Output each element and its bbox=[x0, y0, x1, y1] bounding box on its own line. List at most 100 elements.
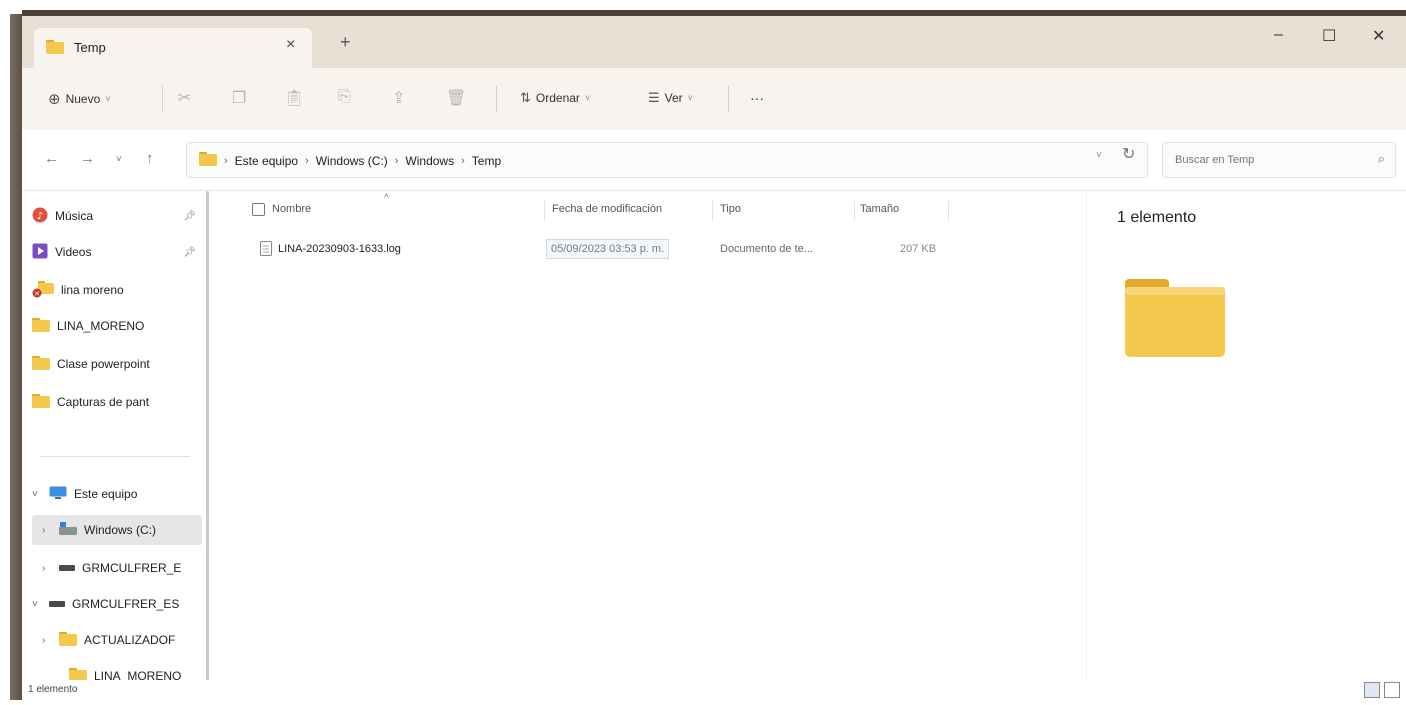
chevron-down-icon: ˅ bbox=[584, 93, 591, 103]
sidebar-item-label: GRMCULFRER_ES bbox=[72, 597, 180, 611]
breadcrumb-este-equipo[interactable]: Este equipo bbox=[235, 154, 298, 168]
sidebar-item-label: LINA_MORENO bbox=[57, 319, 145, 333]
column-divider[interactable] bbox=[544, 201, 545, 221]
new-label: Nuevo bbox=[65, 92, 101, 106]
status-item-count: 1 elemento bbox=[28, 684, 78, 695]
tab-close-button[interactable]: × bbox=[286, 36, 295, 54]
sidebar-item-label: GRMCULFRER_E bbox=[82, 561, 182, 575]
divider bbox=[728, 86, 729, 112]
view-list-icon: ☰ bbox=[648, 90, 660, 105]
sidebar-item-videos[interactable]: Videos 📌︎ bbox=[32, 237, 202, 267]
sidebar-item-este-equipo[interactable]: ˅ Este equipo bbox=[32, 479, 202, 509]
paste-icon[interactable]: 📋︎ bbox=[284, 88, 304, 108]
tab-temp[interactable]: Temp × bbox=[34, 28, 312, 68]
close-window-button[interactable]: ✕ bbox=[1372, 26, 1385, 46]
details-view-icon[interactable] bbox=[1364, 682, 1380, 698]
folder-icon bbox=[32, 317, 50, 335]
music-icon: ♪ bbox=[32, 207, 48, 226]
column-header-type[interactable]: Tipo bbox=[720, 203, 741, 215]
share-icon[interactable]: ⇪ bbox=[392, 88, 405, 108]
nav-scrollbar[interactable] bbox=[206, 191, 209, 681]
sidebar-item-windows-c[interactable]: › Windows (C:) bbox=[32, 515, 202, 545]
sort-button[interactable]: ⇅ Ordenar ˅ bbox=[520, 90, 590, 106]
rename-icon[interactable]: ⎘ bbox=[338, 88, 351, 106]
breadcrumb-separator: › bbox=[394, 154, 399, 167]
sidebar-item-label: Este equipo bbox=[74, 487, 138, 501]
divider bbox=[162, 86, 163, 112]
maximize-button[interactable]: ☐ bbox=[1322, 26, 1336, 46]
copy-icon[interactable]: ❐ bbox=[232, 88, 246, 108]
address-bar[interactable]: › Este equipo › Windows (C:) › Windows ›… bbox=[186, 142, 1148, 178]
new-button[interactable]: ⊕ Nuevo ˅ bbox=[48, 90, 111, 108]
column-divider[interactable] bbox=[854, 201, 855, 221]
usb-drive-icon bbox=[59, 561, 75, 575]
chevron-right-icon[interactable]: › bbox=[42, 635, 52, 646]
breadcrumb-windows-c[interactable]: Windows (C:) bbox=[316, 154, 388, 168]
cut-icon[interactable]: ✂ bbox=[178, 88, 191, 108]
chevron-right-icon[interactable]: › bbox=[42, 563, 52, 574]
file-name: LINA-20230903-1633.log bbox=[278, 243, 401, 255]
sidebar-item-grmculfrer-e[interactable]: › GRMCULFRER_E bbox=[32, 553, 202, 583]
photo-frame-bottom bbox=[0, 700, 1406, 705]
sidebar-item-lina-moreno-folder[interactable]: LINA_MORENO bbox=[32, 311, 202, 341]
item-count: 1 elemento bbox=[1117, 209, 1197, 226]
sidebar-item-actualizador[interactable]: › ACTUALIZADOF bbox=[32, 625, 202, 655]
pin-icon: 📌︎ bbox=[183, 210, 196, 222]
command-bar: ⊕ Nuevo ˅ ✂ ❐ 📋︎ ⎘ ⇪ 🗑︎ ⇅ Ordenar ˅ ☰ Ve… bbox=[22, 68, 1406, 130]
folder-icon bbox=[59, 631, 77, 649]
folder-error-icon: ✕ bbox=[32, 280, 54, 301]
chevron-down-icon: ˅ bbox=[687, 93, 693, 103]
column-header-name[interactable]: Nombre bbox=[272, 203, 311, 215]
address-history-chevron-icon[interactable]: ˅ bbox=[1096, 150, 1102, 161]
breadcrumb: › Este equipo › Windows (C:) › Windows ›… bbox=[199, 152, 501, 169]
column-header-size[interactable]: Tamaño bbox=[860, 203, 899, 215]
photo-frame-left bbox=[0, 14, 22, 705]
select-all-checkbox[interactable] bbox=[252, 203, 265, 216]
up-arrow-icon[interactable]: ↑ bbox=[146, 150, 154, 167]
divider bbox=[496, 86, 497, 112]
folder-icon bbox=[32, 393, 50, 411]
chevron-down-icon: ˅ bbox=[105, 94, 111, 104]
search-icon[interactable]: ⌕ bbox=[1378, 151, 1385, 167]
minimize-button[interactable]: – bbox=[1274, 26, 1283, 44]
new-tab-button[interactable]: + bbox=[340, 32, 351, 53]
more-options-button[interactable]: ··· bbox=[750, 90, 764, 106]
title-bar: Temp × + – ☐ ✕ bbox=[22, 16, 1406, 68]
tiles-view-icon[interactable] bbox=[1384, 682, 1400, 698]
search-input[interactable] bbox=[1173, 153, 1357, 167]
sidebar-item-musica[interactable]: ♪ Música 📌︎ bbox=[32, 201, 202, 231]
delete-icon[interactable]: 🗑︎ bbox=[446, 88, 466, 108]
sidebar-item-label: lina moreno bbox=[61, 283, 124, 297]
column-header-modified[interactable]: Fecha de modificación bbox=[552, 203, 662, 215]
sidebar-item-grmculfrer-es[interactable]: ˅ GRMCULFRER_ES bbox=[32, 589, 202, 619]
breadcrumb-separator: › bbox=[461, 154, 465, 167]
breadcrumb-temp[interactable]: Temp bbox=[472, 154, 501, 168]
sort-icon: ⇅ bbox=[520, 90, 531, 105]
chevron-down-icon[interactable]: ˅ bbox=[32, 489, 42, 500]
plus-circle-icon: ⊕ bbox=[48, 91, 61, 108]
back-arrow-icon[interactable]: ← bbox=[44, 150, 59, 167]
recent-locations-chevron-icon[interactable]: ˅ bbox=[116, 154, 122, 165]
view-button[interactable]: ☰ Ver ˅ bbox=[648, 90, 693, 106]
breadcrumb-separator: › bbox=[305, 154, 309, 167]
sidebar-item-capturas[interactable]: Capturas de pant bbox=[32, 387, 202, 417]
folder-icon bbox=[1125, 279, 1225, 362]
chevron-right-icon[interactable]: › bbox=[42, 525, 52, 536]
column-divider[interactable] bbox=[948, 201, 949, 221]
file-modified: 05/09/2023 03:53 p. m. bbox=[546, 239, 670, 259]
search-box[interactable]: ⌕ bbox=[1162, 142, 1396, 178]
table-row[interactable]: LINA-20230903-1633.log 05/09/2023 03:53 … bbox=[260, 239, 960, 263]
sidebar-item-clase-powerpoint[interactable]: Clase powerpoint bbox=[32, 349, 202, 379]
forward-arrow-icon[interactable]: → bbox=[80, 150, 95, 167]
breadcrumb-windows[interactable]: Windows bbox=[405, 154, 454, 168]
computer-icon bbox=[49, 486, 67, 503]
refresh-icon[interactable]: ↻ bbox=[1122, 144, 1135, 164]
address-row: ← → ˅ ↑ › Este equipo › Windows (C:) › W… bbox=[22, 130, 1406, 191]
drive-icon bbox=[59, 521, 77, 539]
sidebar-item-label: Capturas de pant bbox=[57, 395, 150, 409]
details-pane: 1 elemento bbox=[1086, 191, 1406, 681]
sidebar-item-lina-moreno[interactable]: ✕ lina moreno bbox=[32, 275, 202, 305]
chevron-down-icon[interactable]: ˅ bbox=[32, 599, 42, 610]
tab-title: Temp bbox=[74, 40, 106, 55]
column-divider[interactable] bbox=[712, 201, 713, 221]
